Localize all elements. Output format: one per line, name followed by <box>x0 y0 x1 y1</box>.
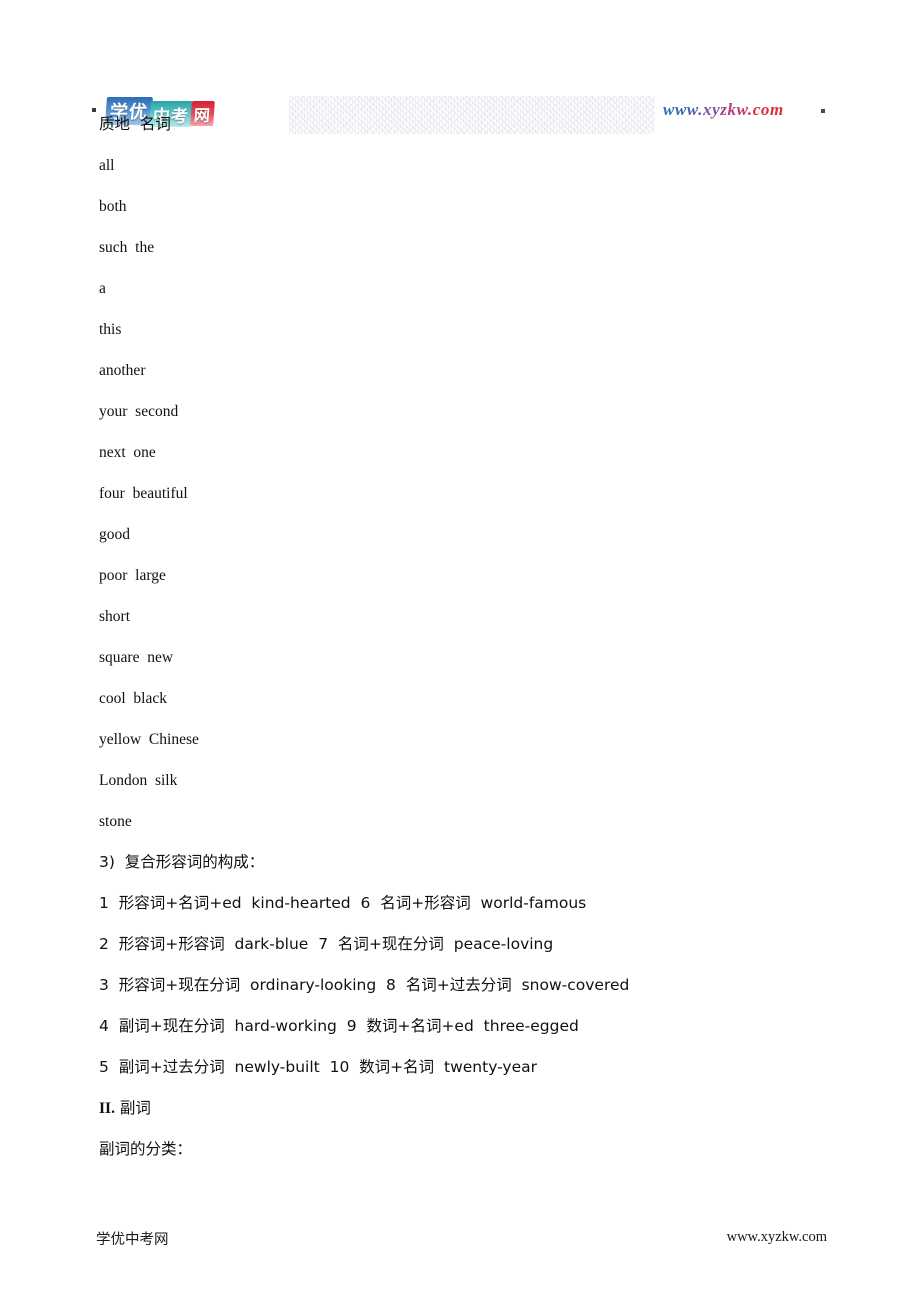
word-list-line: London silk <box>99 772 178 789</box>
document-content: 质地 名词 all both such the a this another y… <box>99 104 859 1170</box>
word-list-line: your second <box>99 403 179 420</box>
adverb-section-heading: II. 副词 <box>99 1088 859 1129</box>
compound-rule-line: 4 副词+现在分词 hard-working 9 数词+名词+ed three-… <box>99 1017 579 1035</box>
word-list-line: cool black <box>99 690 168 707</box>
word-list-line: square new <box>99 649 174 666</box>
compound-adjective-heading: 3) 复合形容词的构成： <box>99 853 265 871</box>
adverb-section-numeral: II. <box>99 1100 115 1117</box>
compound-rule-line: 1 形容词+名词+ed kind-hearted 6 名词+形容词 world-… <box>99 894 587 912</box>
word-list-line: such the <box>99 239 155 256</box>
compound-rule-line: 2 形容词+形容词 dark-blue 7 名词+现在分词 peace-lovi… <box>99 935 554 953</box>
adverb-section-title: 副词 <box>114 1099 151 1117</box>
word-list-line: both <box>99 198 127 215</box>
footer-site-url: www.xyzkw.com <box>726 1229 827 1245</box>
word-list-line: this <box>99 321 122 338</box>
word-list-line: yellow Chinese <box>99 731 199 748</box>
word-list-line: poor large <box>99 567 166 584</box>
word-list-line: 质地 名词 <box>99 115 171 133</box>
word-list-line: a <box>99 280 106 297</box>
document-page: 学优 中考 网 www.xyzkw.com 质地 名词 all both suc… <box>0 0 920 1300</box>
header-left-dot-marker <box>92 108 96 112</box>
footer-site-name: 学优中考网 <box>96 1232 169 1248</box>
adverb-classification-line: 副词的分类： <box>99 1140 193 1158</box>
word-list-line: all <box>99 157 115 174</box>
word-list-line: stone <box>99 813 132 830</box>
page-footer: 学优中考网 www.xyzkw.com <box>0 1228 920 1258</box>
word-list-line: short <box>99 608 130 625</box>
page-header: 学优 中考 网 www.xyzkw.com <box>0 44 920 134</box>
compound-rule-line: 5 副词+过去分词 newly-built 10 数词+名词 twenty-ye… <box>99 1058 538 1076</box>
word-list-line: another <box>99 362 146 379</box>
word-list-line: four beautiful <box>99 485 188 502</box>
compound-rule-line: 3 形容词+现在分词 ordinary-looking 8 名词+过去分词 sn… <box>99 976 630 994</box>
word-list-line: next one <box>99 444 156 461</box>
word-list-line: good <box>99 526 130 543</box>
